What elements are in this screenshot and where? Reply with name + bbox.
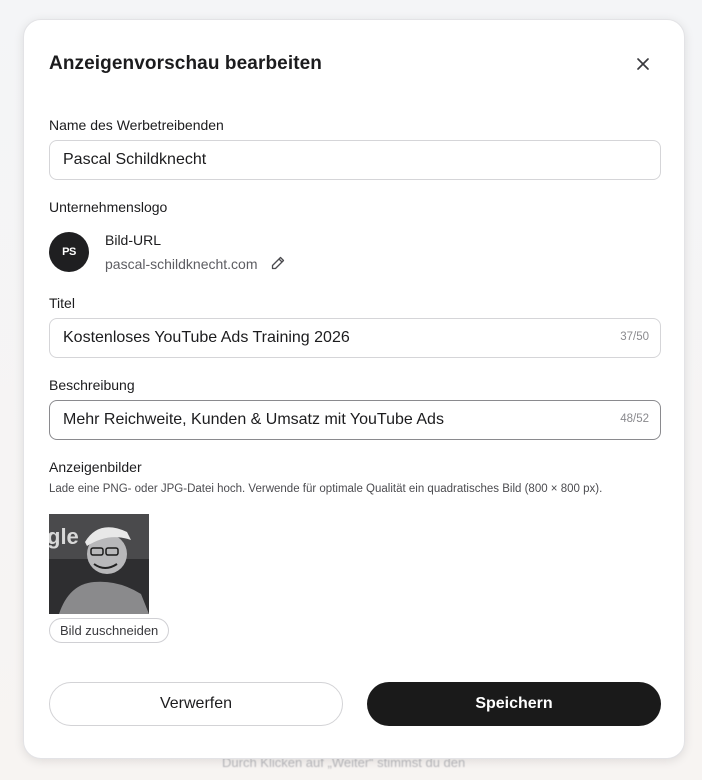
person-photo-icon: gle: [49, 514, 149, 614]
save-button[interactable]: Speichern: [367, 682, 661, 726]
title-input[interactable]: Kostenloses YouTube Ads Training 2026 37…: [49, 318, 661, 358]
svg-text:gle: gle: [49, 524, 79, 549]
title-char-counter: 37/50: [620, 331, 649, 343]
company-logo-label: Unternehmenslogo: [49, 199, 168, 215]
logo-url: pascal-schildknecht.com: [105, 256, 258, 272]
description-input[interactable]: Mehr Reichweite, Kunden & Umsatz mit You…: [49, 400, 661, 440]
advertiser-name-label: Name des Werbetreibenden: [49, 117, 224, 133]
logo-source-title: Bild-URL: [105, 232, 162, 248]
ad-images-helper: Lade eine PNG- oder JPG-Datei hoch. Verw…: [49, 483, 603, 495]
title-value: Kostenloses YouTube Ads Training 2026: [63, 329, 350, 346]
pencil-icon[interactable]: [270, 255, 286, 271]
discard-button[interactable]: Verwerfen: [49, 682, 343, 726]
logo-initials: PS: [62, 246, 76, 258]
advertiser-name-input[interactable]: Pascal Schildknecht: [49, 140, 661, 180]
description-value: Mehr Reichweite, Kunden & Umsatz mit You…: [63, 411, 444, 428]
close-button[interactable]: [630, 51, 656, 77]
company-logo-avatar: PS: [49, 232, 89, 272]
advertiser-name-value: Pascal Schildknecht: [63, 151, 207, 168]
ad-images-label: Anzeigenbilder: [49, 459, 142, 475]
close-icon: [637, 58, 649, 70]
description-label: Beschreibung: [49, 377, 135, 393]
crop-image-button[interactable]: Bild zuschneiden: [49, 618, 170, 643]
edit-ad-preview-dialog: Anzeigenvorschau bearbeiten Name des Wer…: [23, 19, 685, 759]
dialog-title: Anzeigenvorschau bearbeiten: [49, 53, 322, 74]
title-label: Titel: [49, 295, 75, 311]
ad-image-thumbnail[interactable]: gle: [49, 514, 149, 614]
description-char-counter: 48/52: [620, 413, 649, 425]
